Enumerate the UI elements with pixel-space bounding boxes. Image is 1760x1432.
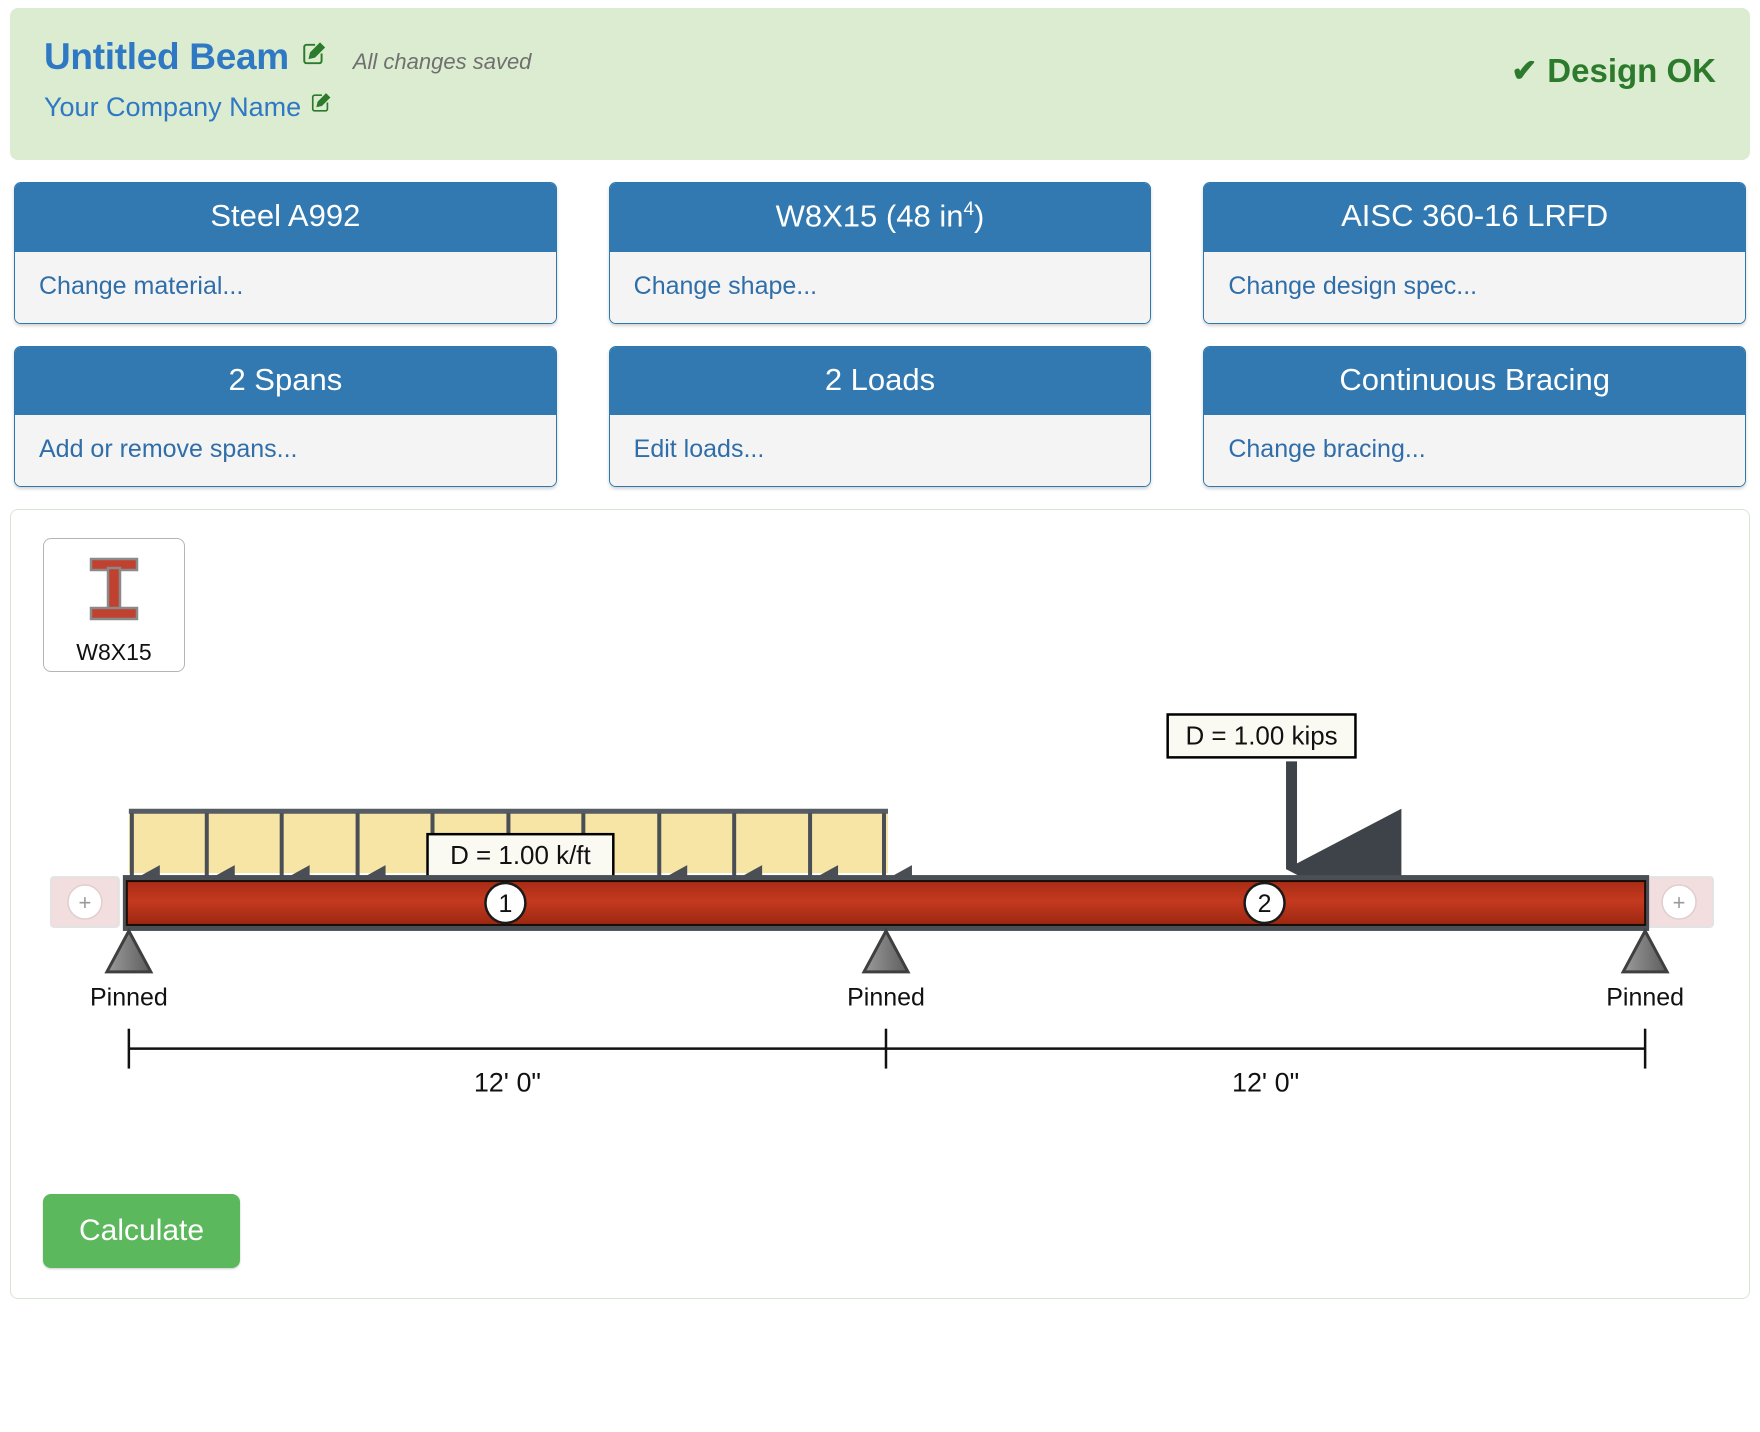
edit-loads-link[interactable]: Edit loads... — [634, 435, 765, 463]
point-load-label: D = 1.00 kips — [1185, 723, 1337, 751]
edit-spans-link[interactable]: Add or remove spans... — [39, 435, 297, 463]
card-shape-title-tail: ) — [974, 198, 985, 234]
card-loads[interactable]: 2 Loads Edit loads... — [608, 345, 1152, 488]
save-status: All changes saved — [352, 49, 532, 74]
card-loads-title: 2 Loads — [609, 346, 1151, 416]
card-design-spec-title: AISC 360-16 LRFD — [1204, 183, 1745, 252]
span-marker-1[interactable]: 1 — [484, 882, 527, 925]
card-spans[interactable]: 2 Spans Add or remove spans... — [14, 345, 557, 488]
edit-company-name-icon[interactable] — [310, 92, 332, 118]
card-shape-action[interactable]: Change shape... — [609, 251, 1151, 323]
distributed-load-group[interactable]: D = 1.00 k/ft — [128, 809, 912, 898]
company-row: Your Company Name — [44, 92, 1716, 123]
card-material-action[interactable]: Change material... — [15, 251, 556, 323]
change-shape-link[interactable]: Change shape... — [634, 272, 817, 300]
card-shape-title: W8X15 (48 in4) — [609, 183, 1151, 252]
card-material-title: Steel A992 — [15, 183, 556, 252]
distributed-load-label: D = 1.00 k/ft — [450, 843, 591, 871]
dimension-span-2: 12' 0" — [1232, 1068, 1299, 1098]
support-left[interactable]: Pinned — [90, 928, 168, 1012]
project-title-row: Untitled Beam All changes saved — [44, 36, 1716, 78]
card-shape-title-main: W8X15 (48 in — [775, 198, 964, 234]
status-badge: ✔ Design OK — [1511, 52, 1716, 90]
card-design-spec[interactable]: AISC 360-16 LRFD Change design spec... — [1203, 182, 1746, 324]
check-icon: ✔ — [1511, 53, 1538, 88]
point-load-group[interactable]: D = 1.00 kips — [1166, 713, 1402, 930]
card-material[interactable]: Steel A992 Change material... — [14, 182, 557, 324]
card-spans-action[interactable]: Add or remove spans... — [15, 415, 556, 487]
add-span-left-label: + — [79, 890, 92, 915]
card-shape[interactable]: W8X15 (48 in4) Change shape... — [608, 182, 1152, 324]
add-span-left-button[interactable]: + — [49, 876, 120, 929]
change-bracing-link[interactable]: Change bracing... — [1228, 435, 1425, 463]
calculate-button[interactable]: Calculate — [43, 1194, 241, 1269]
dimension-span-1: 12' 0" — [474, 1068, 541, 1098]
span-marker-2-label: 2 — [1258, 890, 1272, 918]
card-shape-title-sup: 4 — [963, 199, 975, 220]
card-loads-action[interactable]: Edit loads... — [609, 415, 1151, 487]
support-left-label: Pinned — [90, 984, 168, 1012]
span-marker-2[interactable]: 2 — [1243, 882, 1286, 925]
add-span-right-label: + — [1673, 890, 1686, 915]
card-bracing-title: Continuous Bracing — [1204, 346, 1745, 416]
support-right[interactable]: Pinned — [1606, 928, 1684, 1012]
add-span-right-button[interactable]: + — [1644, 876, 1715, 929]
company-name: Your Company Name — [44, 92, 302, 122]
edit-project-name-icon[interactable] — [301, 41, 327, 71]
support-middle[interactable]: Pinned — [847, 928, 925, 1012]
summary-cards: Steel A992 Change material... W8X15 (48 … — [0, 160, 1760, 488]
project-header: Untitled Beam All changes saved Your Com… — [10, 8, 1750, 160]
card-design-spec-action[interactable]: Change design spec... — [1204, 251, 1745, 323]
beam-diagram-panel: W8X15 D = 1.00 k/ft D = 1.00 kips + + 1 … — [10, 509, 1750, 1300]
card-bracing[interactable]: Continuous Bracing Change bracing... — [1203, 345, 1746, 488]
dimension-line — [127, 1029, 1647, 1070]
page-title: Untitled Beam — [44, 36, 289, 77]
design-status-label: Design OK — [1547, 52, 1716, 89]
card-bracing-action[interactable]: Change bracing... — [1204, 415, 1745, 487]
support-right-label: Pinned — [1606, 984, 1684, 1012]
change-design-spec-link[interactable]: Change design spec... — [1228, 272, 1477, 300]
card-spans-title: 2 Spans — [15, 346, 556, 416]
span-marker-1-label: 1 — [498, 890, 512, 918]
change-material-link[interactable]: Change material... — [39, 272, 243, 300]
beam-body[interactable] — [122, 875, 1650, 932]
beam-svg: D = 1.00 k/ft D = 1.00 kips + + 1 2 Pinn… — [49, 713, 1715, 1098]
support-middle-label: Pinned — [847, 984, 925, 1012]
